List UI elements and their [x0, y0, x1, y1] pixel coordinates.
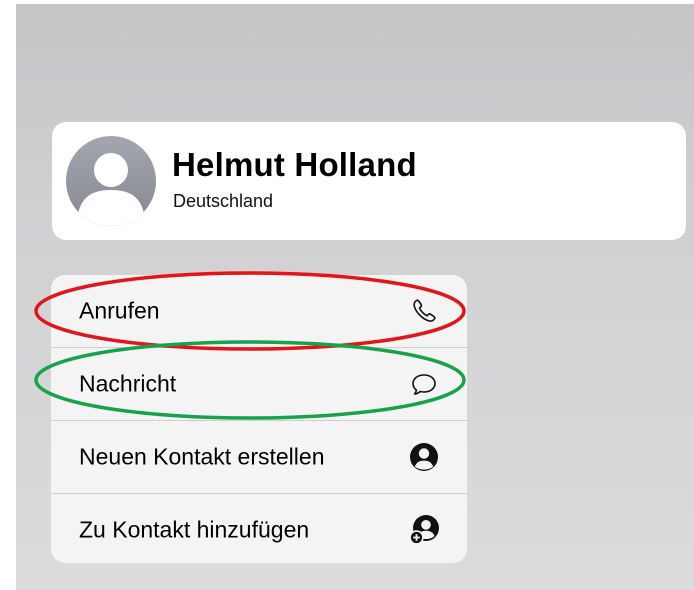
menu-item-new-contact[interactable]: Neuen Kontakt erstellen [51, 421, 467, 493]
context-menu: Anrufen Nachricht Neuen Kontakt erstelle… [51, 275, 467, 563]
person-add-icon [408, 514, 440, 546]
avatar [66, 136, 156, 226]
person-placeholder-icon [78, 153, 144, 226]
background-overlay[interactable]: Helmut Holland Deutschland Anrufen Nachr… [16, 4, 694, 590]
message-bubble-icon [408, 368, 440, 400]
contact-card: Helmut Holland Deutschland [52, 122, 686, 240]
contact-name: Helmut Holland [172, 146, 417, 183]
menu-item-message[interactable]: Nachricht [51, 348, 467, 420]
menu-item-label: Zu Kontakt hinzufügen [79, 516, 310, 543]
menu-item-add-to-contact[interactable]: Zu Kontakt hinzufügen [51, 494, 467, 563]
menu-item-label: Nachricht [79, 370, 177, 397]
menu-item-label: Anrufen [79, 297, 160, 324]
contact-country: Deutschland [173, 191, 274, 211]
menu-item-label: Neuen Kontakt erstellen [79, 443, 325, 470]
menu-item-call[interactable]: Anrufen [51, 275, 467, 347]
person-circle-icon [408, 441, 440, 473]
phone-icon [408, 295, 440, 327]
